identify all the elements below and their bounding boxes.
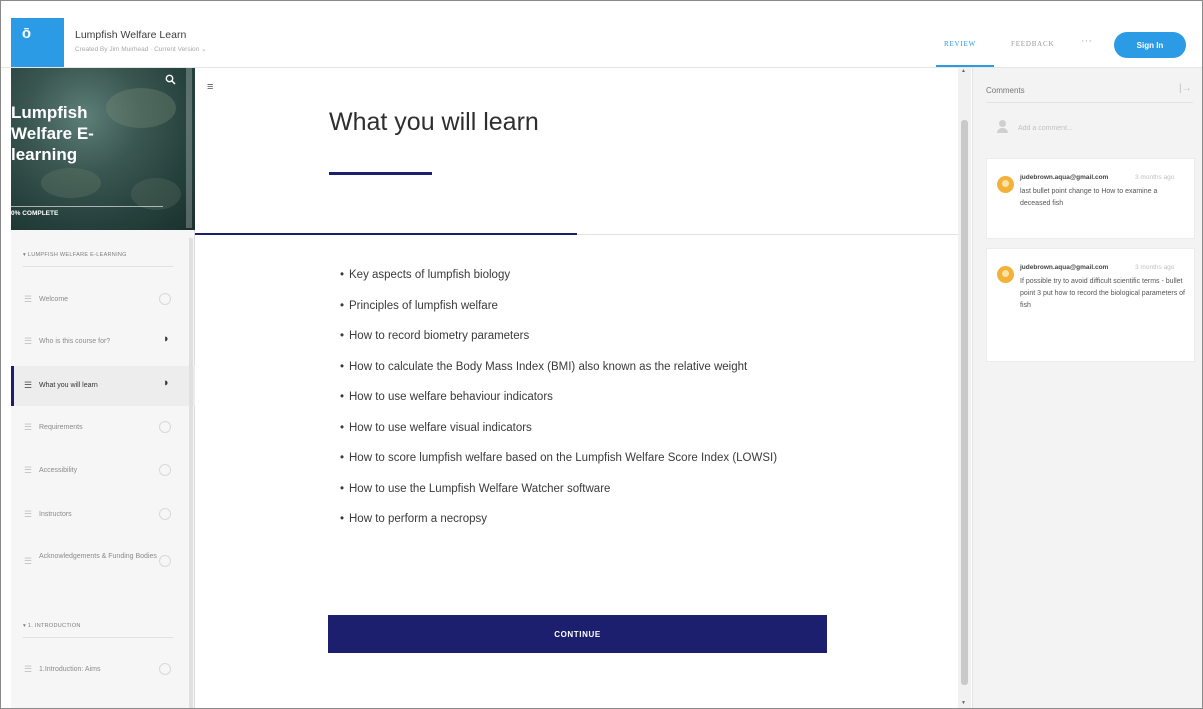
- scroll-down-icon[interactable]: ▼: [961, 700, 966, 706]
- section-divider: [23, 266, 173, 267]
- search-icon[interactable]: [165, 74, 176, 88]
- status-empty-icon: [159, 555, 171, 567]
- lesson-lines-icon: ☰: [24, 465, 33, 475]
- list-item: How to use welfare visual indicators: [340, 419, 820, 437]
- comments-title: Comments: [986, 86, 1025, 95]
- course-version-selector[interactable]: Created By Jim Muirhead · Current Versio…: [75, 45, 207, 53]
- hero-course-title: Lumpfish Welfare E-learning: [11, 103, 94, 164]
- sidebar-item-requirements[interactable]: ☰ Requirements: [11, 408, 195, 448]
- comment-card[interactable]: judebrown.aqua@gmail.com 3 months ago la…: [986, 158, 1195, 239]
- hero-fish-shape: [41, 168, 101, 198]
- sidebar-item-label: Requirements: [39, 424, 83, 431]
- list-item: How to use the Lumpfish Welfare Watcher …: [340, 480, 820, 498]
- avatar: [997, 176, 1014, 193]
- comments-divider: [986, 102, 1193, 103]
- list-item: How to calculate the Body Mass Index (BM…: [340, 358, 820, 376]
- learning-outcomes-list: Key aspects of lumpfish biology Principl…: [340, 266, 820, 541]
- tab-review-underline: [936, 65, 994, 67]
- sidebar-item-label: Accessibility: [39, 467, 78, 474]
- section-divider: [23, 637, 173, 638]
- hero-scroll-thumb: [186, 68, 192, 228]
- sidebar-scrollbar[interactable]: [189, 238, 193, 708]
- continue-button[interactable]: CONTINUE: [328, 615, 827, 653]
- list-item: How to record biometry parameters: [340, 327, 820, 345]
- scrollbar-thumb[interactable]: [961, 120, 968, 685]
- list-item: How to perform a necropsy: [340, 510, 820, 528]
- app-frame: ō Lumpfish Welfare Learn Created By Jim …: [0, 0, 1203, 709]
- course-title: Lumpfish Welfare Learn: [75, 29, 187, 41]
- title-accent-bar: [329, 172, 432, 175]
- sidebar-item-accessibility[interactable]: ☰ Accessibility: [11, 451, 195, 491]
- tab-review[interactable]: REVIEW: [944, 40, 976, 48]
- comment-text: If possible try to avoid difficult scien…: [1020, 278, 1185, 309]
- sidebar-item-who-is-this-course-for[interactable]: ☰ Who is this course for? ◗: [11, 322, 195, 362]
- status-empty-icon: [159, 464, 171, 476]
- comment-author: judebrown.aqua@gmail.com: [1020, 174, 1109, 181]
- course-sidebar: Lumpfish Welfare E-learning 0% COMPLETE …: [11, 68, 195, 708]
- list-item: Key aspects of lumpfish biology: [340, 266, 820, 284]
- sidebar-item-introduction-aims[interactable]: ☰ 1.Introduction: Aims: [11, 650, 195, 690]
- sidebar-item-what-you-will-learn[interactable]: ☰ What you will learn ◗: [11, 366, 195, 406]
- top-bar: ō Lumpfish Welfare Learn Created By Jim …: [1, 1, 1202, 68]
- add-comment-placeholder: Add a comment...: [1018, 125, 1073, 132]
- sign-in-button[interactable]: Sign In: [1114, 32, 1186, 58]
- lesson-content: ≡ What you will learn Key aspects of lum…: [195, 68, 971, 708]
- status-empty-icon: [159, 421, 171, 433]
- comment-time: 3 months ago: [1135, 264, 1175, 271]
- tab-feedback[interactable]: FEEDBACK: [1011, 40, 1054, 48]
- user-avatar-icon: [997, 120, 1008, 134]
- app-logo[interactable]: ō: [11, 18, 64, 67]
- list-item: How to use welfare behaviour indicators: [340, 388, 820, 406]
- lesson-lines-icon: ☰: [24, 556, 33, 566]
- comment-time: 3 months ago: [1135, 174, 1175, 181]
- avatar: [997, 266, 1014, 283]
- lesson-lines-icon: ☰: [24, 294, 33, 304]
- sidebar-item-label: Welcome: [39, 296, 69, 303]
- status-empty-icon: [159, 508, 171, 520]
- section-heading[interactable]: ▾ LUMPFISH WELFARE E-LEARNING: [23, 252, 127, 258]
- lesson-lines-icon: ☰: [24, 336, 33, 346]
- menu-icon[interactable]: ≡: [207, 81, 213, 93]
- lesson-lines-icon: ☰: [24, 380, 33, 390]
- list-item: Principles of lumpfish welfare: [340, 297, 820, 315]
- comment-author: judebrown.aqua@gmail.com: [1020, 264, 1109, 271]
- sidebar-item-acknowledgements[interactable]: ☰ Acknowledgements & Funding Bodies: [11, 542, 195, 582]
- course-progress-bar: [11, 206, 163, 207]
- list-item: How to score lumpfish welfare based on t…: [340, 449, 820, 467]
- main-scrollbar[interactable]: ▲ ▼: [958, 68, 971, 708]
- sidebar-item-instructors[interactable]: ☰ Instructors: [11, 495, 195, 535]
- scroll-up-icon[interactable]: ▲: [961, 68, 966, 74]
- status-in-progress-icon: ◗: [163, 377, 170, 389]
- lesson-lines-icon: ☰: [24, 422, 33, 432]
- course-progress-label: 0% COMPLETE: [11, 210, 59, 217]
- sidebar-item-label: Instructors: [39, 511, 72, 518]
- lesson-title: What you will learn: [329, 108, 539, 136]
- more-options-icon[interactable]: ···: [1081, 35, 1092, 47]
- logo-glyph: ō: [21, 25, 32, 42]
- course-hero-image: Lumpfish Welfare E-learning 0% COMPLETE: [11, 68, 195, 230]
- sidebar-item-label: Acknowledgements & Funding Bodies: [39, 553, 157, 560]
- lesson-lines-icon: ☰: [24, 664, 33, 674]
- comment-text: last bullet point change to How to exami…: [1020, 188, 1158, 207]
- add-comment-field[interactable]: Add a comment...: [986, 112, 1195, 148]
- sidebar-item-label: 1.Introduction: Aims: [39, 666, 101, 673]
- comment-card[interactable]: judebrown.aqua@gmail.com 3 months ago If…: [986, 248, 1195, 362]
- status-empty-icon: [159, 293, 171, 305]
- sidebar-item-label: Who is this course for?: [39, 338, 111, 345]
- status-empty-icon: [159, 663, 171, 675]
- active-indicator: [11, 366, 14, 406]
- section-heading[interactable]: ▾ 1. INTRODUCTION: [23, 623, 81, 629]
- sidebar-item-label: What you will learn: [39, 382, 98, 389]
- status-in-progress-icon: ◗: [163, 333, 170, 345]
- lesson-progress-bar: [195, 233, 577, 235]
- lesson-lines-icon: ☰: [24, 509, 33, 519]
- collapse-panel-icon[interactable]: |→: [1179, 83, 1192, 94]
- sidebar-item-welcome[interactable]: ☰ Welcome: [11, 280, 195, 320]
- comments-panel: Comments |→ Add a comment... judebrown.a…: [972, 68, 1202, 708]
